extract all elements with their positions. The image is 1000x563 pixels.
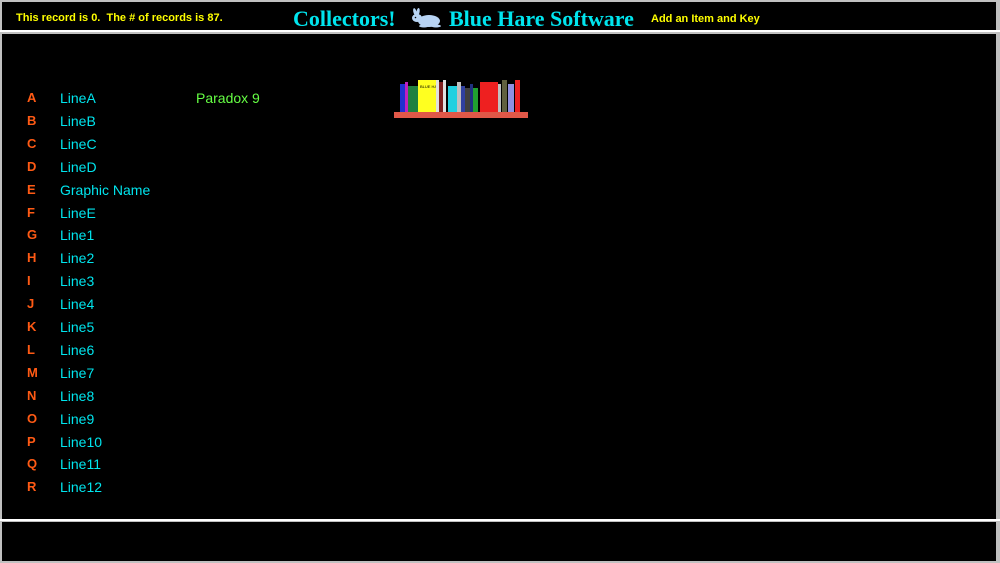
field-key: B xyxy=(27,112,37,128)
field-label: Line1 xyxy=(60,227,95,244)
field-label: Line12 xyxy=(60,479,103,496)
field-label: Line4 xyxy=(60,296,95,313)
field-label: Line6 xyxy=(60,341,95,358)
field-label: Line3 xyxy=(60,273,95,290)
field-label: LineD xyxy=(60,158,97,175)
field-label: LineA xyxy=(60,90,96,106)
field-key: N xyxy=(27,387,37,403)
field-key: K xyxy=(27,319,37,334)
field-key: Q xyxy=(27,456,38,472)
frame-divider xyxy=(0,30,1000,32)
field-key: G xyxy=(27,227,38,243)
field-key: L xyxy=(27,341,35,357)
field-label: Line2 xyxy=(60,250,95,267)
field-key: O xyxy=(27,410,38,426)
field-label: Line10 xyxy=(60,433,103,450)
field-key: J xyxy=(27,296,35,312)
add-item-link[interactable]: Add an Item and Key xyxy=(651,13,760,25)
field-label: Line11 xyxy=(60,456,102,473)
record-info: This record is 0. The # of records is 87… xyxy=(16,12,223,24)
field-label: Graphic Name xyxy=(60,181,151,198)
field-label: LineC xyxy=(60,135,97,152)
field-key: A xyxy=(27,90,37,105)
company-title: Blue Hare Software xyxy=(449,6,634,31)
field-key: F xyxy=(27,204,35,220)
hare-icon xyxy=(412,8,441,28)
field-key: E xyxy=(27,181,36,197)
header-frame: This record is 0. The # of records is 87… xyxy=(2,2,996,31)
app-title: Collectors! xyxy=(293,6,396,31)
record-frame: BLUE HARE A LineA Paradox 9 B LineB C LineC D Li… xyxy=(2,34,996,519)
field-key: M xyxy=(27,364,38,380)
field-label: Line5 xyxy=(60,319,95,335)
field-label: LineE xyxy=(60,204,96,221)
field-label: Line7 xyxy=(60,364,95,381)
field-label: LineB xyxy=(60,112,96,129)
field-value: Paradox 9 xyxy=(196,90,260,106)
field-key: P xyxy=(27,433,36,449)
field-key: I xyxy=(27,273,31,289)
field-key: H xyxy=(27,250,37,266)
field-key: D xyxy=(27,158,37,174)
footer-frame xyxy=(2,522,996,561)
field-label: Line8 xyxy=(60,387,95,404)
field-key: C xyxy=(27,135,37,151)
field-key: R xyxy=(27,479,37,495)
field-label: Line9 xyxy=(60,410,95,427)
frame-divider xyxy=(0,519,1000,521)
bookshelf-icon: BLUE HARE xyxy=(394,80,528,118)
